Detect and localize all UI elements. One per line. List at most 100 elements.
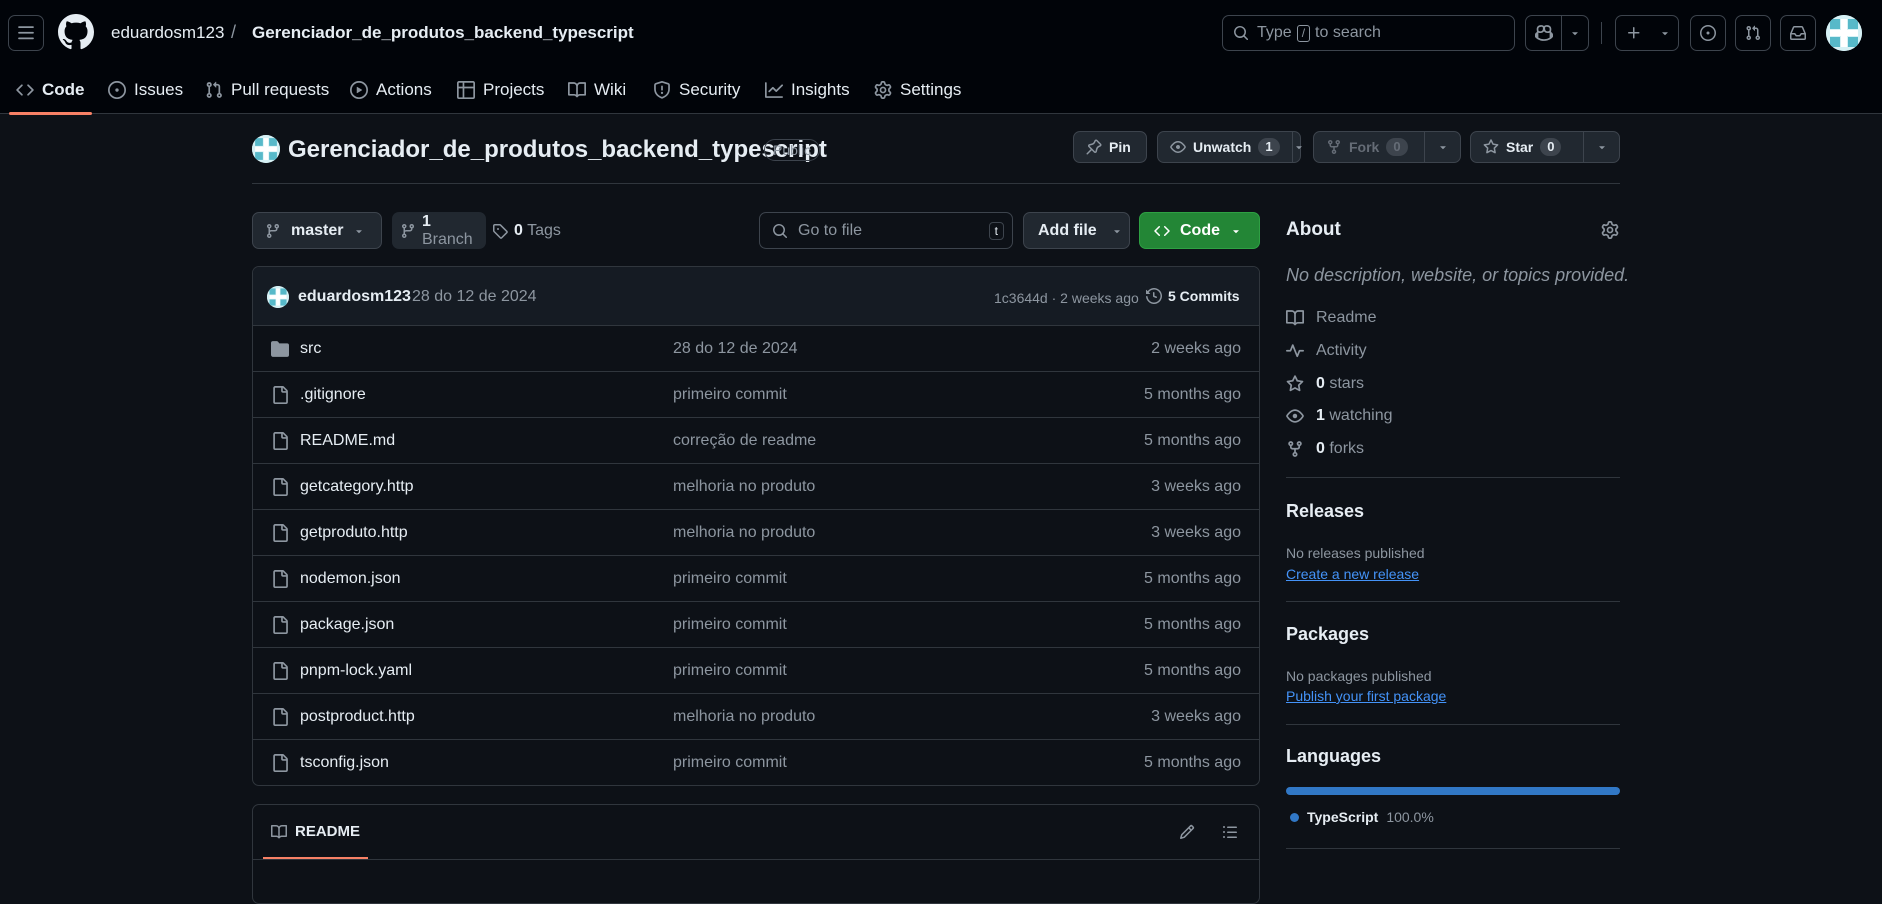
commit-sha-time[interactable]: 1c3644d · 2 weeks ago: [994, 290, 1139, 306]
branch-selector[interactable]: master: [252, 212, 382, 249]
tags-link[interactable]: 0 Tags: [492, 212, 572, 249]
file-commit-message[interactable]: melhoria no produto: [673, 524, 815, 542]
tab-actions[interactable]: Actions: [350, 66, 432, 114]
file-name[interactable]: getcategory.http: [300, 478, 414, 496]
language-item[interactable]: TypeScript 100.0%: [1290, 809, 1434, 825]
file-row[interactable]: postproduct.http melhoria no produto 3 wee…: [253, 694, 1259, 740]
readme-tab-label: README: [295, 823, 361, 840]
pencil-icon[interactable]: [1179, 824, 1195, 840]
readme-tab[interactable]: README: [262, 823, 369, 859]
copilot-button[interactable]: [1526, 16, 1561, 50]
branch-name: master: [291, 221, 344, 239]
tab-security[interactable]: Security: [653, 66, 740, 114]
tab-issues[interactable]: Issues: [108, 66, 183, 114]
file-name[interactable]: pnpm-lock.yaml: [300, 662, 412, 680]
file-commit-message[interactable]: melhoria no produto: [673, 478, 815, 496]
watching-link[interactable]: 1 watching: [1286, 407, 1393, 425]
file-commit-message[interactable]: correção de readme: [673, 432, 816, 450]
breadcrumb-owner[interactable]: eduardosm123: [111, 23, 224, 43]
breadcrumb-repo[interactable]: Gerenciador_de_produtos_backend_typescri…: [252, 23, 634, 43]
tab-projects[interactable]: Projects: [457, 66, 544, 114]
go-to-file-input[interactable]: Go to file t: [759, 212, 1013, 249]
file-row[interactable]: getproduto.http melhoria no produto 3 week…: [253, 510, 1259, 556]
pin-button[interactable]: Pin: [1073, 131, 1147, 163]
stars-link[interactable]: 0 stars: [1286, 375, 1364, 393]
tab-pull-requests[interactable]: Pull requests: [205, 66, 329, 114]
add-file-button[interactable]: Add file: [1023, 212, 1130, 249]
file-row[interactable]: pnpm-lock.yaml primeiro commit 5 months ag…: [253, 648, 1259, 694]
repo-owner-avatar[interactable]: [252, 135, 280, 163]
file-commit-message[interactable]: primeiro commit: [673, 662, 787, 680]
file-row[interactable]: getcategory.http melhoria no produto 3 wee…: [253, 464, 1259, 510]
file-row[interactable]: nodemon.json primeiro commit 5 months ago: [253, 556, 1259, 602]
star-dropdown[interactable]: [1583, 132, 1619, 162]
plus-icon: [1628, 27, 1640, 39]
file-row[interactable]: src 28 do 12 de 2024 2 weeks ago: [253, 326, 1259, 372]
file-commit-message[interactable]: 28 do 12 de 2024: [673, 340, 798, 358]
stars-count: 0: [1316, 375, 1325, 392]
commits-link[interactable]: 5 Commits: [1146, 288, 1240, 304]
gear-icon[interactable]: [1601, 221, 1619, 239]
file-name[interactable]: src: [300, 340, 321, 358]
inbox-icon: [1790, 26, 1806, 40]
user-avatar[interactable]: [1826, 15, 1862, 51]
file-name[interactable]: README.md: [300, 432, 395, 450]
file-commit-message[interactable]: melhoria no produto: [673, 708, 815, 726]
file-commit-message[interactable]: primeiro commit: [673, 616, 787, 634]
file-name[interactable]: tsconfig.json: [300, 754, 389, 772]
releases-text: No releases published: [1286, 545, 1425, 561]
file-name[interactable]: package.json: [300, 616, 394, 634]
file-name[interactable]: nodemon.json: [300, 570, 401, 588]
publish-package-link[interactable]: Publish your first package: [1286, 688, 1446, 704]
file-commit-message[interactable]: primeiro commit: [673, 570, 787, 588]
releases-title[interactable]: Releases: [1286, 501, 1364, 522]
tab-insights[interactable]: Insights: [765, 66, 850, 114]
tab-wiki[interactable]: Wiki: [568, 66, 626, 114]
tab-code[interactable]: Code: [9, 66, 91, 115]
tab-settings[interactable]: Settings: [874, 66, 961, 114]
file-icon: [273, 386, 288, 404]
unwatch-button[interactable]: Unwatch 1: [1157, 131, 1302, 163]
branches-link[interactable]: 1 Branch: [392, 212, 486, 249]
file-row[interactable]: .gitignore primeiro commit 5 months ago: [253, 372, 1259, 418]
fork-button[interactable]: Fork 0: [1313, 131, 1461, 163]
commit-message[interactable]: 28 do 12 de 2024: [412, 288, 537, 306]
file-name[interactable]: getproduto.http: [300, 524, 408, 542]
create-release-link[interactable]: Create a new release: [1286, 566, 1419, 582]
global-search-input[interactable]: Type / to search: [1222, 15, 1515, 51]
file-commit-message[interactable]: primeiro commit: [673, 386, 787, 404]
unwatch-dropdown[interactable]: [1291, 132, 1305, 162]
file-name[interactable]: postproduct.http: [300, 708, 415, 726]
file-commit-age: 5 months ago: [1144, 386, 1241, 403]
create-new-button[interactable]: [1615, 15, 1679, 51]
unwatch-label: Unwatch: [1193, 139, 1252, 155]
github-logo[interactable]: [58, 14, 94, 50]
file-row[interactable]: README.md correção de readme 5 months ago: [253, 418, 1259, 464]
forks-link[interactable]: 0 forks: [1286, 440, 1364, 458]
star-button[interactable]: Star 0: [1470, 131, 1620, 163]
copilot-dropdown[interactable]: [1561, 16, 1588, 50]
language-bar: [1286, 787, 1620, 795]
file-row[interactable]: tsconfig.json primeiro commit 5 months ago: [253, 740, 1259, 785]
repo-title[interactable]: Gerenciador_de_produtos_backend_typescri…: [288, 136, 827, 164]
activity-link[interactable]: Activity: [1286, 342, 1367, 360]
issues-button[interactable]: [1690, 15, 1726, 51]
file-row[interactable]: package.json primeiro commit 5 months ago: [253, 602, 1259, 648]
shield-icon: [654, 81, 670, 99]
menu-button[interactable]: [8, 15, 44, 51]
commit-author-avatar[interactable]: [267, 286, 289, 308]
file-commit-message[interactable]: primeiro commit: [673, 754, 787, 772]
file-name[interactable]: .gitignore: [300, 386, 366, 404]
inbox-button[interactable]: [1780, 15, 1816, 51]
tab-label: Security: [679, 80, 741, 99]
readme-link[interactable]: Readme: [1286, 309, 1376, 327]
code-button[interactable]: Code: [1139, 212, 1260, 249]
fork-dropdown[interactable]: [1424, 132, 1460, 162]
packages-title[interactable]: Packages: [1286, 624, 1369, 645]
hamburger-icon: [18, 26, 34, 40]
commit-author[interactable]: eduardosm123: [298, 288, 411, 306]
list-unordered-icon[interactable]: [1222, 824, 1238, 840]
packages-text: No packages published: [1286, 668, 1432, 684]
pull-requests-button[interactable]: [1735, 15, 1771, 51]
tab-label: Insights: [791, 80, 850, 99]
